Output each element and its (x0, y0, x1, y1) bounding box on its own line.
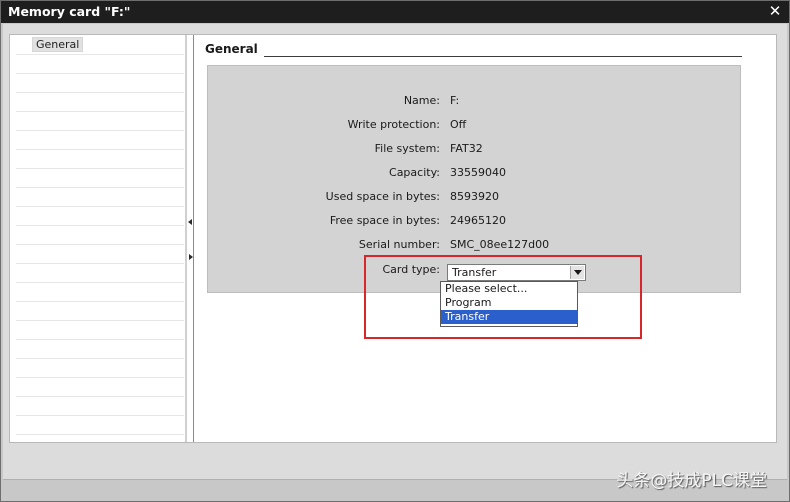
property-value: Off (450, 118, 467, 131)
property-row-name: Name: F: (208, 94, 742, 110)
expand-right-icon[interactable] (189, 254, 193, 260)
nav-row-divider (16, 130, 184, 131)
card-type-select[interactable]: Transfer (447, 264, 586, 281)
property-label: Name: (403, 94, 440, 107)
property-label: Serial number: (358, 238, 440, 251)
nav-row-divider (16, 358, 184, 359)
property-value: 33559040 (450, 166, 506, 179)
nav-row-divider (16, 396, 184, 397)
property-label: Used space in bytes: (325, 190, 440, 203)
property-row-free-space: Free space in bytes: 24965120 (208, 214, 742, 230)
title-bar[interactable]: Memory card "F:" ✕ (1, 1, 789, 23)
property-value: 24965120 (450, 214, 506, 227)
properties-panel: General General Name: F: Write protectio… (9, 34, 777, 443)
nav-row-divider (16, 434, 184, 435)
property-label: Capacity: (389, 166, 440, 179)
dialog-title: Memory card "F:" (8, 4, 131, 19)
dropdown-option-transfer[interactable]: Transfer (441, 310, 577, 324)
nav-row-divider (16, 149, 184, 150)
property-label: Free space in bytes: (329, 214, 440, 227)
section-divider (264, 56, 742, 57)
nav-row-divider (16, 111, 184, 112)
property-row-file-system: File system: FAT32 (208, 142, 742, 158)
memory-card-dialog: Memory card "F:" ✕ General General Name:… (0, 0, 790, 502)
section-title: General (205, 42, 258, 56)
general-section: General Name: F: Write protection: Off F… (200, 35, 776, 442)
property-label: Write protection: (347, 118, 440, 131)
chevron-down-icon[interactable] (570, 266, 584, 279)
nav-item-general[interactable]: General (32, 37, 84, 52)
property-value: F: (450, 94, 460, 107)
nav-row-divider (16, 282, 184, 283)
navigation-pane: General (10, 35, 186, 442)
dialog-client-area: General General Name: F: Write protectio… (3, 24, 787, 479)
watermark: 头条@技成PLC课堂 (616, 471, 767, 491)
collapse-left-icon[interactable] (188, 219, 192, 225)
nav-row-divider (16, 187, 184, 188)
nav-row-divider (16, 54, 184, 55)
property-value: 8593920 (450, 190, 499, 203)
nav-row-divider (16, 244, 184, 245)
nav-row-divider (16, 168, 184, 169)
nav-row-divider (16, 225, 184, 226)
dropdown-option-please-select[interactable]: Please select... (441, 282, 577, 296)
property-row-used-space: Used space in bytes: 8593920 (208, 190, 742, 206)
property-label: File system: (374, 142, 440, 155)
card-type-dropdown-list: Please select... Program Transfer (440, 281, 578, 327)
nav-row-divider (16, 377, 184, 378)
card-type-label: Card type: (382, 263, 440, 276)
nav-row-divider (16, 206, 184, 207)
property-row-capacity: Capacity: 33559040 (208, 166, 742, 182)
property-row-write-protection: Write protection: Off (208, 118, 742, 134)
nav-row-divider (16, 339, 184, 340)
nav-row-divider (16, 415, 184, 416)
property-value: SMC_08ee127d00 (450, 238, 550, 251)
nav-row-divider (16, 92, 184, 93)
dropdown-option-program[interactable]: Program (441, 296, 577, 310)
dialog-footer: 头条@技成PLC课堂 (3, 471, 787, 501)
close-icon[interactable]: ✕ (767, 3, 783, 19)
card-type-selected-value: Transfer (452, 266, 497, 279)
nav-row-divider (16, 301, 184, 302)
property-value: FAT32 (450, 142, 483, 155)
nav-row-divider (16, 320, 184, 321)
property-row-serial-number: Serial number: SMC_08ee127d00 (208, 238, 742, 254)
pane-splitter[interactable] (186, 35, 194, 442)
nav-row-divider (16, 263, 184, 264)
properties-box: Name: F: Write protection: Off File syst… (207, 65, 741, 293)
nav-row-divider (16, 73, 184, 74)
